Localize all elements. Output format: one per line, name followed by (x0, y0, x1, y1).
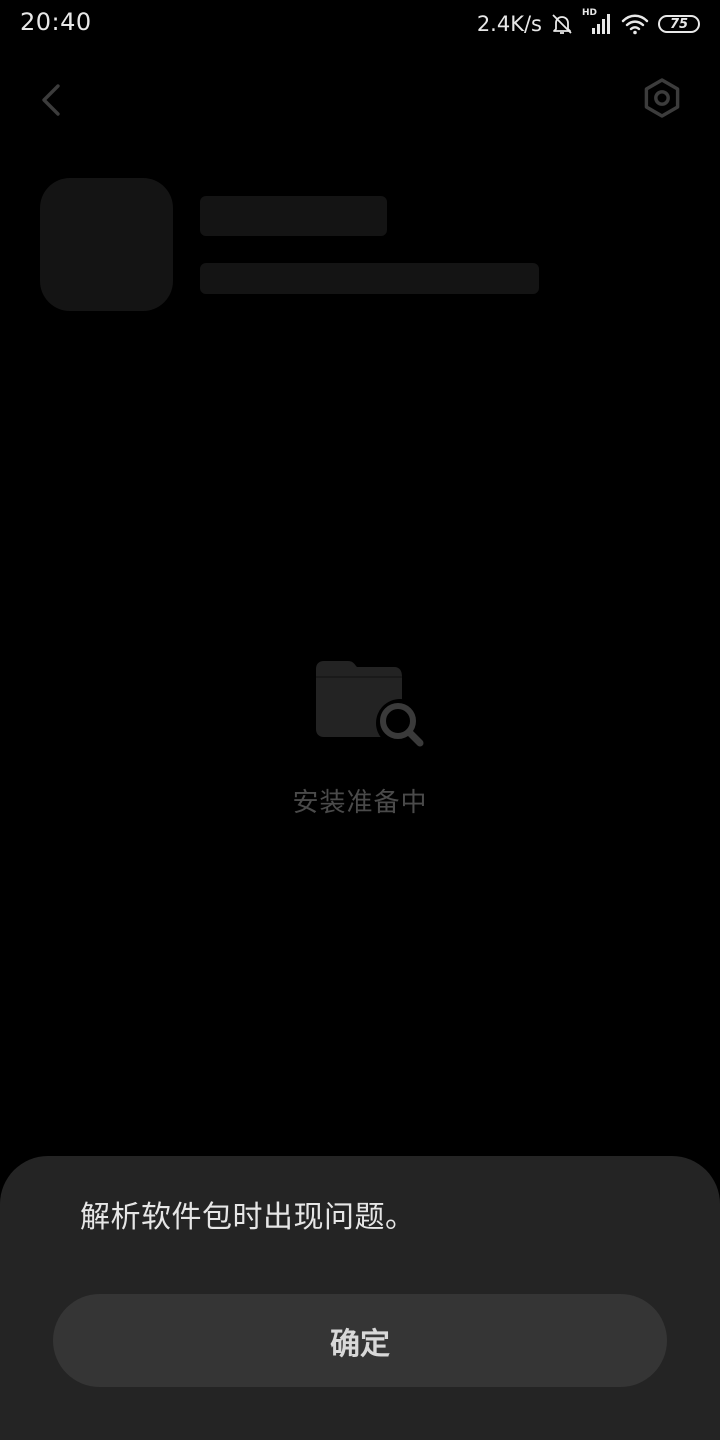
confirm-button[interactable]: 确定 (53, 1294, 667, 1387)
bell-off-icon (552, 14, 572, 34)
settings-button[interactable] (640, 76, 684, 120)
hexagon-gear-icon (644, 78, 680, 118)
dialog-message: 解析软件包时出现问题。 (80, 1200, 416, 1235)
wifi-icon (621, 14, 649, 35)
app-icon-placeholder (40, 178, 173, 311)
status-icons: 2.4K/s HD 75 (477, 8, 700, 40)
app-name-placeholder (200, 196, 387, 236)
app-description-placeholder (200, 263, 539, 294)
net-speed: 2.4K/s (476, 12, 542, 36)
battery-icon: 75 (658, 15, 700, 33)
back-button[interactable] (34, 80, 74, 120)
error-dialog: 解析软件包时出现问题。 确定 (0, 1156, 720, 1440)
folder-search-icon (310, 655, 430, 755)
chevron-left-icon (42, 84, 60, 116)
status-time: 20:40 (20, 8, 92, 36)
signal-icon: HD (582, 8, 612, 36)
status-bar: 20:40 2.4K/s HD 75 (0, 0, 720, 50)
loading-status-text: 安装准备中 (292, 788, 428, 818)
battery-level: 75 (669, 16, 689, 32)
